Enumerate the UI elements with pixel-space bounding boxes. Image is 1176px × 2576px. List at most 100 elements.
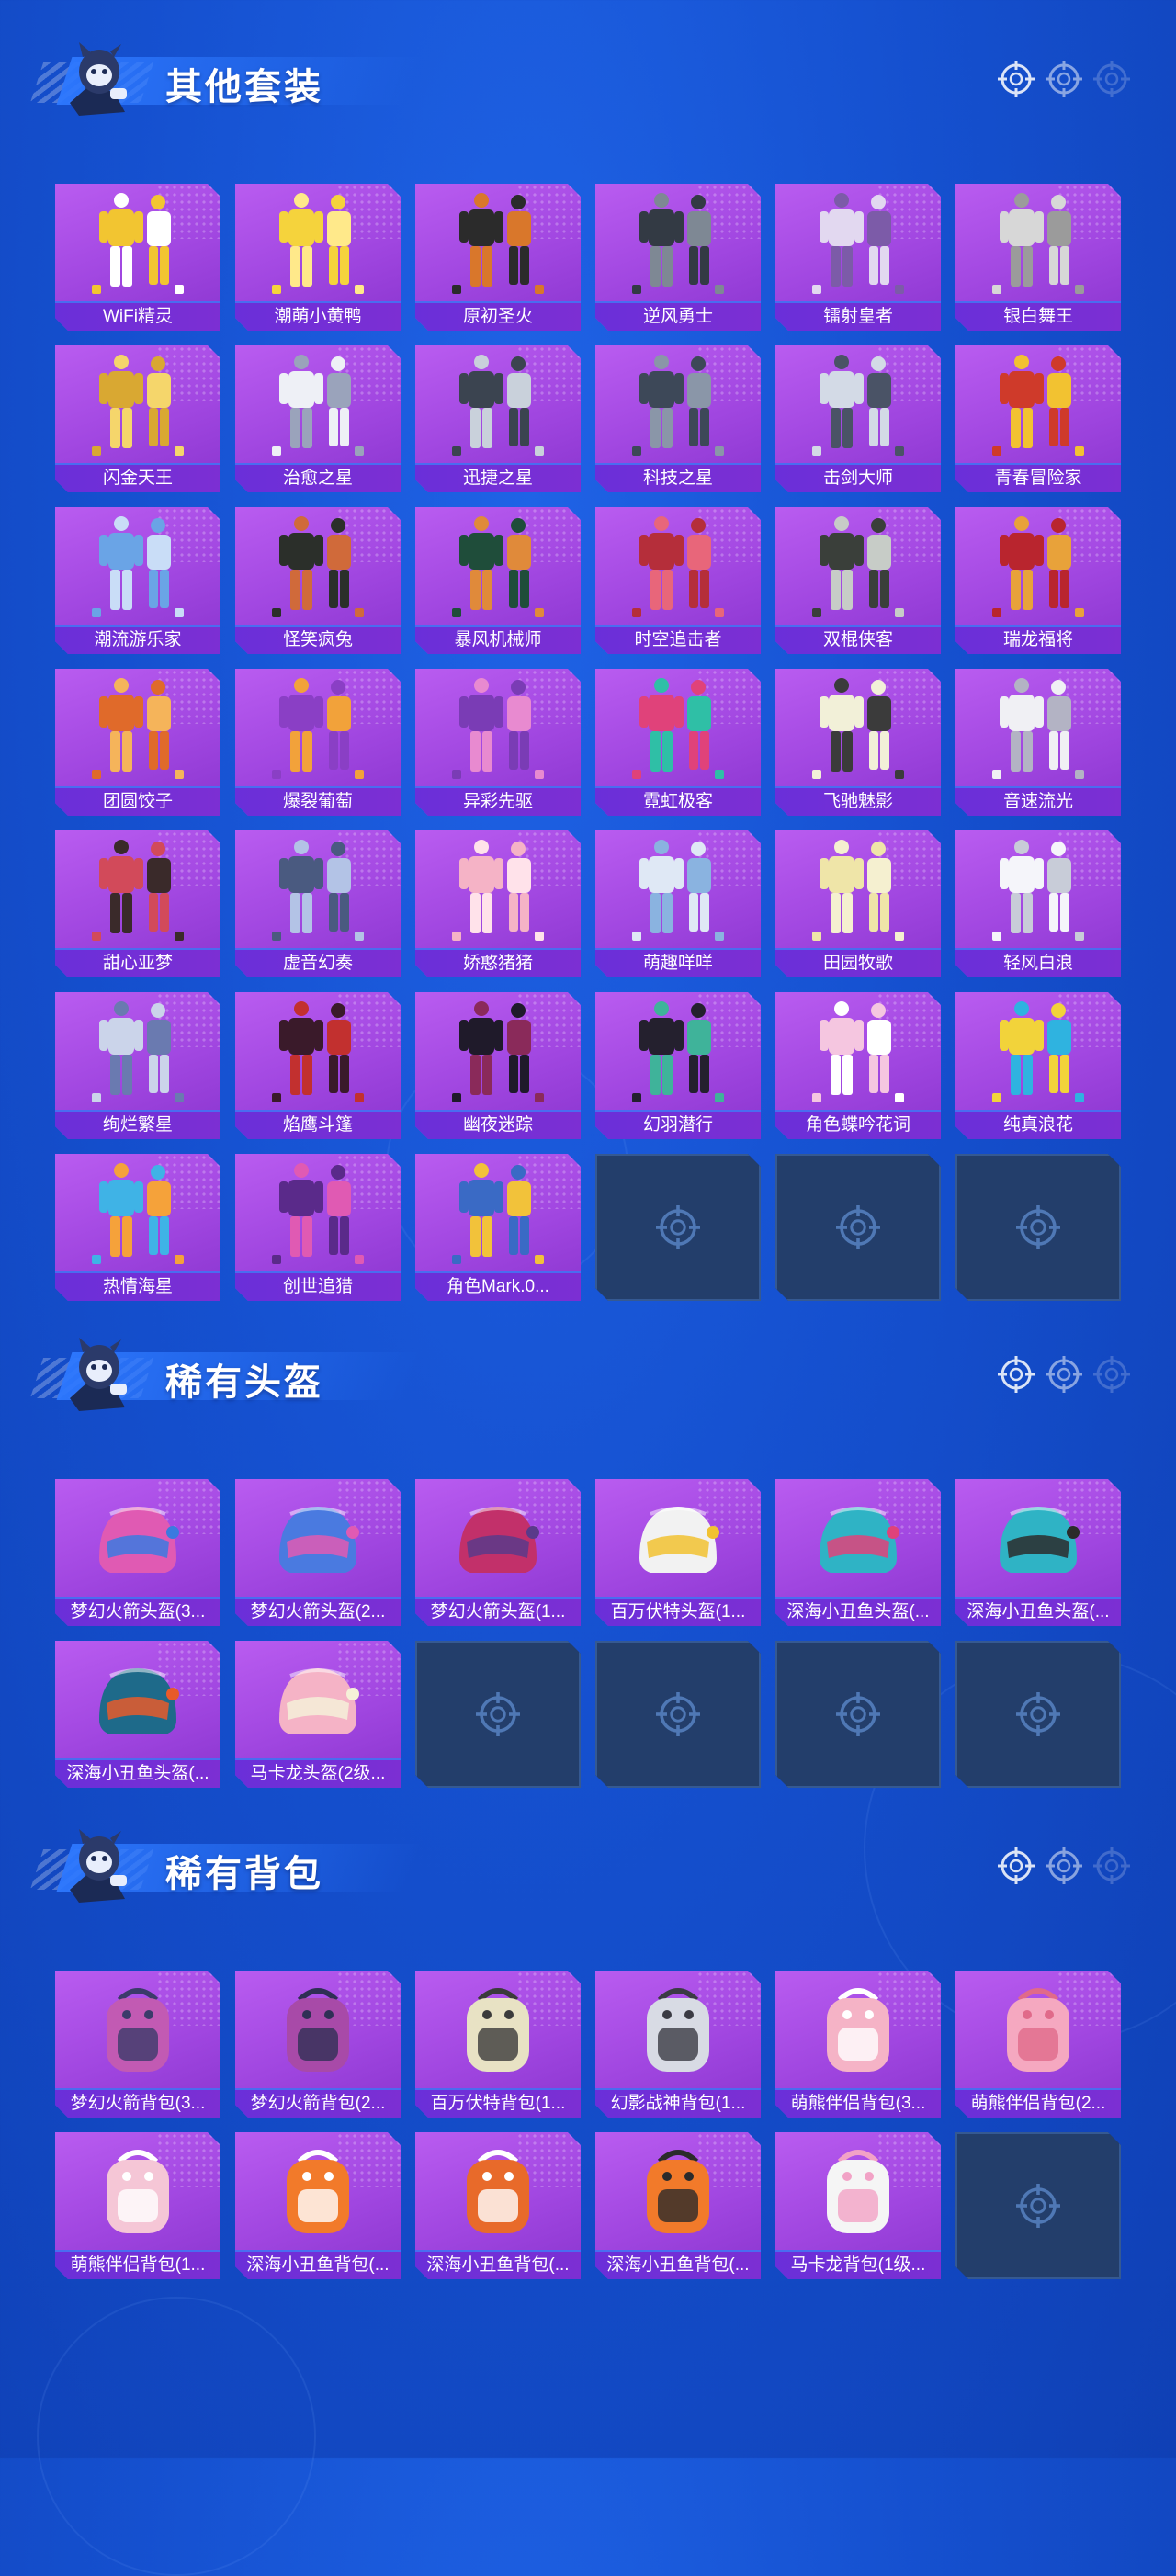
mascot-icon	[61, 39, 134, 118]
outfit-card[interactable]: 闪金天王	[55, 345, 220, 492]
backpack-card[interactable]: 百万伏特背包(1...	[415, 1971, 581, 2118]
outfit-card[interactable]: 娇憨猪猪	[415, 830, 581, 977]
outfit-card[interactable]: 创世追猎	[235, 1154, 401, 1301]
outfit-image	[614, 351, 742, 459]
outfit-image	[434, 189, 562, 298]
outfit-image	[974, 513, 1102, 621]
item-name: 镭射皇者	[822, 307, 893, 326]
outfit-card[interactable]: 绚烂繁星	[55, 992, 220, 1139]
empty-slot	[956, 1641, 1121, 1788]
outfit-card[interactable]: 角色Mark.0...	[415, 1154, 581, 1301]
outfit-card[interactable]: 甜心亚梦	[55, 830, 220, 977]
outfit-card[interactable]: 双棍侠客	[775, 507, 941, 654]
helmet-card[interactable]: 马卡龙头盔(2级...	[235, 1641, 401, 1788]
backpack-card[interactable]: 马卡龙背包(1级...	[775, 2132, 941, 2279]
section-header: 稀有背包	[28, 1824, 1148, 1906]
helmet-image	[974, 1485, 1102, 1593]
backpack-card[interactable]: 幻影战神背包(1...	[595, 1971, 761, 2118]
helmet-card[interactable]: 深海小丑鱼头盔(...	[956, 1479, 1121, 1626]
item-name: 百万伏特背包(1...	[430, 2094, 566, 2113]
outfit-card[interactable]: 霓虹极客	[595, 669, 761, 816]
outfit-card[interactable]: 时空追击者	[595, 507, 761, 654]
outfit-card[interactable]: 瑞龙福将	[956, 507, 1121, 654]
helmet-card[interactable]: 梦幻火箭头盔(1...	[415, 1479, 581, 1626]
helmet-card[interactable]: 梦幻火箭头盔(3...	[55, 1479, 220, 1626]
outfit-card[interactable]: 虚音幻奏	[235, 830, 401, 977]
item-name: 萌熊伴侣背包(3...	[790, 2094, 926, 2113]
header-icons	[998, 1356, 1130, 1393]
outfit-card[interactable]: 治愈之星	[235, 345, 401, 492]
outfit-image	[614, 674, 742, 783]
outfit-card[interactable]: 异彩先驱	[415, 669, 581, 816]
outfit-card[interactable]: 潮萌小黄鸭	[235, 184, 401, 331]
outfit-image	[74, 1159, 202, 1268]
crosshair-icon	[998, 61, 1035, 97]
outfit-image	[434, 998, 562, 1106]
backpack-card[interactable]: 深海小丑鱼背包(...	[235, 2132, 401, 2279]
backpack-card[interactable]: 深海小丑鱼背包(...	[595, 2132, 761, 2279]
outfit-image	[74, 998, 202, 1106]
item-name: 原初圣火	[462, 307, 533, 326]
section-header: 其他套装	[28, 37, 1148, 119]
outfit-card[interactable]: 原初圣火	[415, 184, 581, 331]
outfit-card[interactable]: 纯真浪花	[956, 992, 1121, 1139]
outfit-card[interactable]: WiFi精灵	[55, 184, 220, 331]
outfit-card[interactable]: 怪笑疯兔	[235, 507, 401, 654]
outfit-card[interactable]: 萌趣咩咩	[595, 830, 761, 977]
backpack-image	[254, 1976, 382, 2085]
backpack-image	[74, 2138, 202, 2246]
outfit-card[interactable]: 暴风机械师	[415, 507, 581, 654]
outfit-card[interactable]: 银白舞王	[956, 184, 1121, 331]
outfit-image	[794, 998, 922, 1106]
outfit-card[interactable]: 焰鹰斗篷	[235, 992, 401, 1139]
backpack-card[interactable]: 梦幻火箭背包(3...	[55, 1971, 220, 2118]
item-name: 异彩先驱	[462, 792, 533, 811]
crosshair-icon	[1093, 1847, 1130, 1884]
outfit-image	[614, 513, 742, 621]
helmet-card[interactable]: 深海小丑鱼头盔(...	[775, 1479, 941, 1626]
header-icons	[998, 61, 1130, 97]
outfit-card[interactable]: 角色蝶吟花词	[775, 992, 941, 1139]
helmet-card[interactable]: 深海小丑鱼头盔(...	[55, 1641, 220, 1788]
outfit-card[interactable]: 青春冒险家	[956, 345, 1121, 492]
outfit-card[interactable]: 团圆饺子	[55, 669, 220, 816]
section-title: 稀有背包	[165, 1854, 323, 1894]
outfit-card[interactable]: 镭射皇者	[775, 184, 941, 331]
outfit-card[interactable]: 潮流游乐家	[55, 507, 220, 654]
outfit-card[interactable]: 音速流光	[956, 669, 1121, 816]
helmet-card[interactable]: 梦幻火箭头盔(2...	[235, 1479, 401, 1626]
outfit-card[interactable]: 逆风勇士	[595, 184, 761, 331]
outfit-image	[794, 351, 922, 459]
outfit-card[interactable]: 迅捷之星	[415, 345, 581, 492]
item-name: 飞驰魅影	[822, 792, 893, 811]
item-name: 创世追猎	[282, 1277, 353, 1296]
item-name: 暴风机械师	[454, 630, 542, 650]
outfit-image	[974, 189, 1102, 298]
outfit-card[interactable]: 飞驰魅影	[775, 669, 941, 816]
outfit-card[interactable]: 田园牧歌	[775, 830, 941, 977]
outfit-card[interactable]: 幽夜迷踪	[415, 992, 581, 1139]
outfit-card[interactable]: 轻风白浪	[956, 830, 1121, 977]
backpack-card[interactable]: 萌熊伴侣背包(2...	[956, 1971, 1121, 2118]
item-name: 治愈之星	[282, 469, 353, 488]
backpack-card[interactable]: 梦幻火箭背包(2...	[235, 1971, 401, 2118]
crosshair-icon	[656, 1692, 700, 1736]
empty-slot	[595, 1154, 761, 1301]
backpack-image	[74, 1976, 202, 2085]
outfit-card[interactable]: 热情海星	[55, 1154, 220, 1301]
backpack-card[interactable]: 萌熊伴侣背包(3...	[775, 1971, 941, 2118]
backpack-card[interactable]: 深海小丑鱼背包(...	[415, 2132, 581, 2279]
item-name: 热情海星	[102, 1277, 173, 1296]
outfit-card[interactable]: 幻羽潜行	[595, 992, 761, 1139]
outfit-card[interactable]: 击剑大师	[775, 345, 941, 492]
outfit-image	[974, 351, 1102, 459]
outfit-card[interactable]: 科技之星	[595, 345, 761, 492]
outfit-card[interactable]: 爆裂葡萄	[235, 669, 401, 816]
outfit-image	[74, 836, 202, 944]
backpack-image	[794, 2138, 922, 2246]
backpack-card[interactable]: 萌熊伴侣背包(1...	[55, 2132, 220, 2279]
helmet-card[interactable]: 百万伏特头盔(1...	[595, 1479, 761, 1626]
outfit-image	[794, 674, 922, 783]
crosshair-icon	[1046, 1847, 1082, 1884]
outfit-image	[614, 189, 742, 298]
